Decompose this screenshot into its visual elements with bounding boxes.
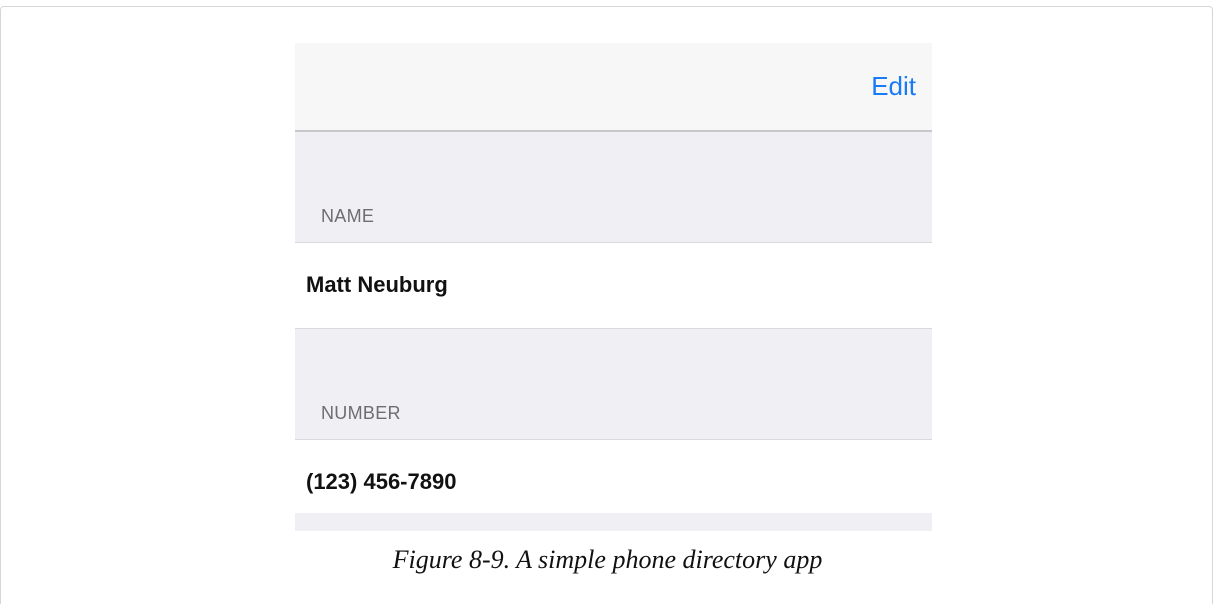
section-header-name: NAME	[295, 132, 932, 243]
edit-button[interactable]: Edit	[871, 71, 916, 102]
cell-number-text: (123) 456-7890	[306, 469, 457, 494]
table-footer-strip	[295, 513, 932, 531]
figure-caption: Figure 8-9. A simple phone directory app	[392, 545, 823, 574]
figure-frame: Edit NAME Matt Neuburg NUMBER (123) 456-…	[0, 6, 1213, 604]
section-header-label: NUMBER	[321, 403, 401, 423]
cell-name-text: Matt Neuburg	[306, 272, 448, 297]
table-cell-name[interactable]: Matt Neuburg	[295, 243, 932, 329]
phone-screen: Edit NAME Matt Neuburg NUMBER (123) 456-…	[295, 43, 932, 531]
section-header-label: NAME	[321, 206, 375, 226]
section-header-number: NUMBER	[295, 329, 932, 440]
navigation-bar: Edit	[295, 43, 932, 132]
